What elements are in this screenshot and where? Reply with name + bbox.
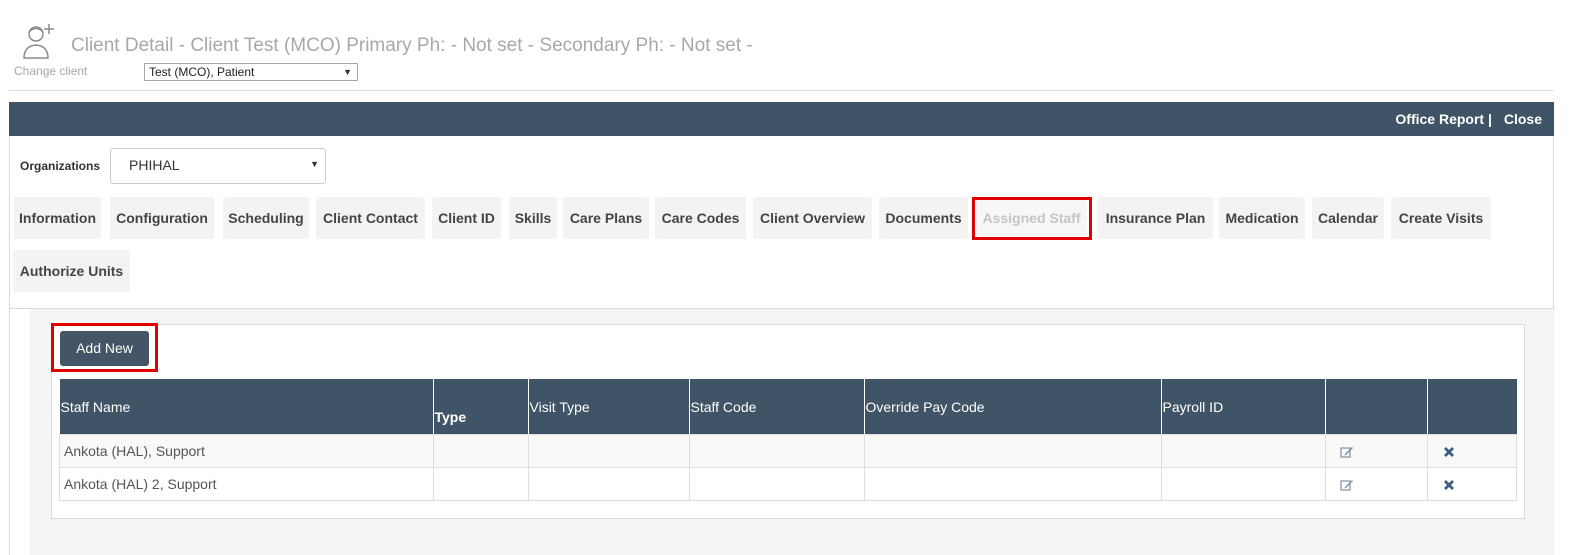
dropdown-arrow-icon: ▼ bbox=[310, 159, 319, 169]
tab-create-visits[interactable]: Create Visits bbox=[1391, 197, 1491, 239]
cell-staff-code bbox=[688, 467, 865, 501]
page-title: Client Detail - Client Test (MCO) Primar… bbox=[71, 35, 753, 56]
cell-type bbox=[432, 467, 529, 501]
column-header-payroll-id[interactable]: Payroll ID bbox=[1161, 379, 1326, 435]
top-bar: Office Report | Close bbox=[9, 102, 1554, 136]
cell-delete bbox=[1426, 434, 1517, 468]
column-header-staff-name[interactable]: Staff Name bbox=[59, 379, 434, 435]
cell-payroll-id bbox=[1160, 434, 1326, 468]
delete-icon[interactable] bbox=[1442, 478, 1456, 492]
cell-override-pay-code bbox=[863, 434, 1162, 468]
cell-visit-type bbox=[527, 467, 690, 501]
user-add-icon bbox=[18, 22, 58, 60]
column-header-staff-code[interactable]: Staff Code bbox=[689, 379, 865, 435]
change-client-label: Change client bbox=[14, 64, 88, 78]
tab-calendar[interactable]: Calendar bbox=[1312, 197, 1384, 239]
add-new-button[interactable]: Add New bbox=[60, 331, 149, 366]
tab-assigned-staff[interactable]: Assigned Staff bbox=[976, 197, 1087, 239]
cell-staff-code bbox=[688, 434, 865, 468]
tab-configuration[interactable]: Configuration bbox=[110, 197, 214, 239]
table-header-row: Staff Name Type Visit Type Staff Code Ov… bbox=[59, 379, 1517, 435]
tab-care-codes[interactable]: Care Codes bbox=[655, 197, 746, 239]
cell-staff-name: Ankota (HAL), Support bbox=[59, 434, 434, 468]
organizations-select[interactable]: PHIHAL ▼ bbox=[110, 148, 326, 184]
delete-icon[interactable] bbox=[1442, 445, 1456, 459]
tab-scheduling[interactable]: Scheduling bbox=[223, 197, 309, 239]
tab-insurance-plan[interactable]: Insurance Plan bbox=[1098, 197, 1213, 239]
tab-client-contact[interactable]: Client Contact bbox=[316, 197, 425, 239]
tab-documents[interactable]: Documents bbox=[879, 197, 968, 239]
cell-edit bbox=[1324, 467, 1428, 501]
tab-client-id[interactable]: Client ID bbox=[432, 197, 501, 239]
cell-edit bbox=[1324, 434, 1428, 468]
tab-medication[interactable]: Medication bbox=[1219, 197, 1305, 239]
tab-client-overview[interactable]: Client Overview bbox=[753, 197, 872, 239]
assigned-staff-table: Staff Name Type Visit Type Staff Code Ov… bbox=[59, 379, 1517, 501]
cell-payroll-id bbox=[1160, 467, 1326, 501]
cell-delete bbox=[1426, 467, 1517, 501]
organizations-select-value: PHIHAL bbox=[129, 157, 180, 173]
cell-staff-name: Ankota (HAL) 2, Support bbox=[59, 467, 434, 501]
tab-skills[interactable]: Skills bbox=[509, 197, 557, 239]
tab-information[interactable]: Information bbox=[14, 197, 101, 239]
cell-override-pay-code bbox=[863, 467, 1162, 501]
tab-authorize-units[interactable]: Authorize Units bbox=[13, 250, 130, 292]
column-header-type[interactable]: Type bbox=[433, 379, 529, 435]
edit-icon[interactable] bbox=[1339, 445, 1354, 459]
column-header-delete bbox=[1427, 379, 1517, 435]
close-link[interactable]: Close bbox=[1504, 111, 1542, 127]
header-divider bbox=[9, 90, 1554, 91]
column-header-visit-type[interactable]: Visit Type bbox=[528, 379, 690, 435]
column-header-override-pay-code[interactable]: Override Pay Code bbox=[864, 379, 1162, 435]
dropdown-arrow-icon: ▼ bbox=[343, 67, 352, 77]
table-row: Ankota (HAL) 2, Support bbox=[59, 467, 1517, 501]
client-select[interactable]: Test (MCO), Patient ▼ bbox=[144, 63, 358, 81]
organizations-label: Organizations bbox=[20, 159, 101, 173]
edit-icon[interactable] bbox=[1339, 478, 1354, 492]
table-row: Ankota (HAL), Support bbox=[59, 434, 1517, 468]
client-select-value: Test (MCO), Patient bbox=[149, 65, 255, 79]
cell-visit-type bbox=[527, 434, 690, 468]
column-header-edit bbox=[1325, 379, 1428, 435]
cell-type bbox=[432, 434, 529, 468]
tab-care-plans[interactable]: Care Plans bbox=[563, 197, 649, 239]
office-report-link[interactable]: Office Report | bbox=[1395, 111, 1491, 127]
